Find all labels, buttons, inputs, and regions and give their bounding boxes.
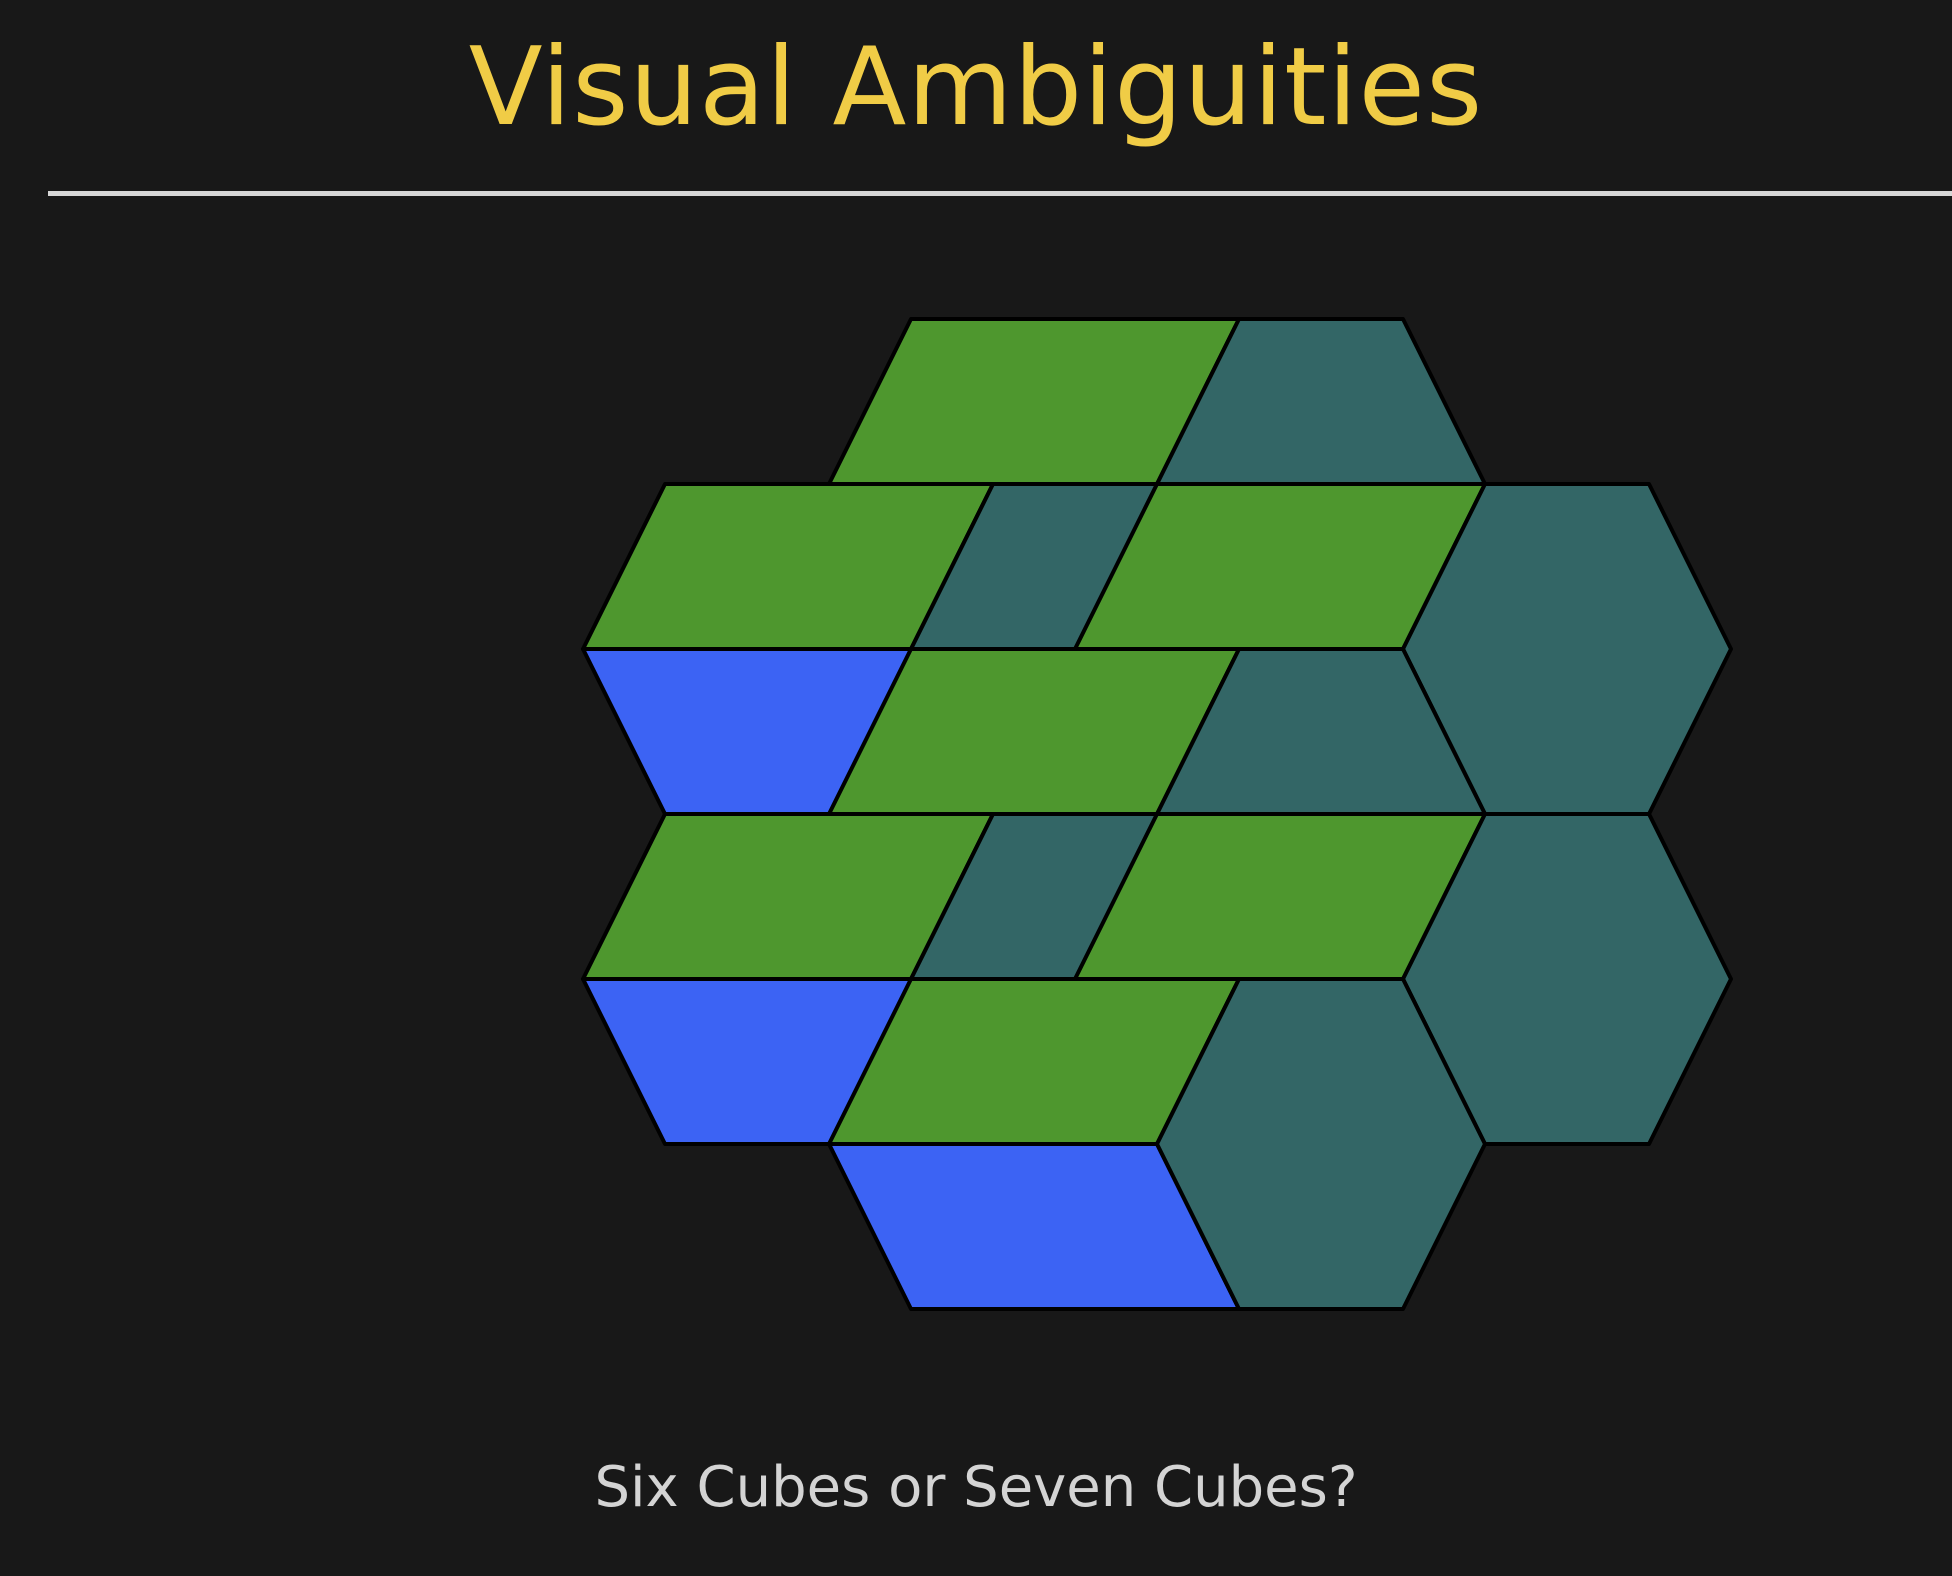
- cube-illusion-figure: [581, 317, 1733, 1311]
- slide-caption: Six Cubes or Seven Cubes?: [594, 1455, 1358, 1520]
- slide: Visual Ambiguities Six Cubes or Seven Cu…: [0, 0, 1952, 1576]
- cube-lower-center: [827, 977, 1487, 1311]
